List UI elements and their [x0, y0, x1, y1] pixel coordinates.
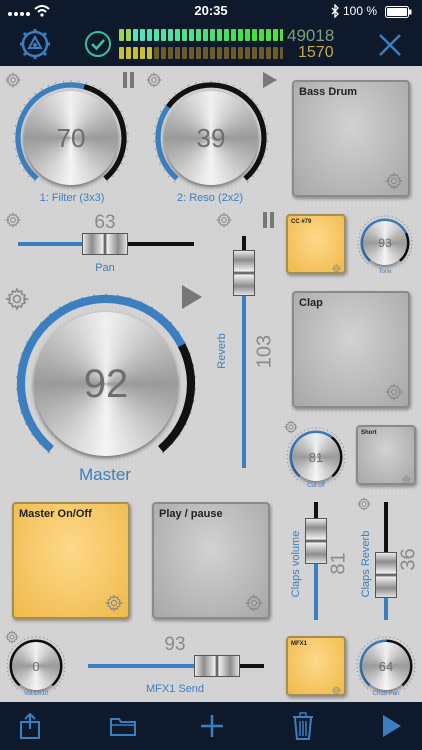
- claps-volume-slider-label: Claps volume: [290, 530, 302, 598]
- claps-reverb-slider-value: 36: [397, 548, 420, 571]
- pan-ch10-knob[interactable]: 64: [362, 642, 410, 690]
- reverb-slider-handle[interactable]: [233, 250, 255, 296]
- gear-icon[interactable]: [331, 682, 342, 695]
- level-meter: [119, 29, 285, 61]
- bottom-toolbar: [0, 702, 422, 750]
- pan-ch10-knob-label: Ch10 Pan: [372, 691, 400, 697]
- master-knob[interactable]: 92: [34, 312, 178, 456]
- counter-bottom: 1570: [298, 44, 334, 61]
- check-circle-icon[interactable]: [84, 30, 112, 58]
- filter-knob-label: 1: Filter (3x3): [39, 192, 105, 204]
- pad-title: MFX1: [291, 641, 308, 647]
- tone-knob-value: 93: [378, 236, 392, 250]
- bass-drum-pad[interactable]: Bass Drum: [292, 80, 410, 197]
- claps-volume-slider-value: 81: [327, 552, 350, 575]
- gear-icon[interactable]: [215, 212, 233, 228]
- pause-icon[interactable]: [262, 212, 276, 228]
- folder-icon[interactable]: [110, 716, 136, 736]
- claps-volume-slider-handle[interactable]: [305, 518, 327, 564]
- battery-percent: 100 %: [343, 4, 378, 18]
- tone-knob-label: Tone: [378, 269, 392, 275]
- battery-icon: [385, 6, 413, 18]
- mfx1-send-slider-label: MFX1 Send: [145, 683, 205, 695]
- master-onoff-pad[interactable]: Master On/Off: [12, 502, 130, 619]
- tone-knob[interactable]: 93: [363, 221, 407, 265]
- bluetooth-icon: [330, 3, 340, 19]
- mfx1-send-slider-handle[interactable]: [194, 655, 240, 677]
- counter-top: 49018: [287, 26, 335, 45]
- vol-knob-label: Vol.Ch10: [23, 691, 49, 697]
- gear-icon[interactable]: [356, 497, 372, 511]
- top-bar: 49018 1570: [0, 22, 422, 66]
- reverb-slider-label: Reverb: [216, 333, 228, 369]
- close-icon[interactable]: [378, 33, 402, 57]
- pan-slider-value: 63: [94, 212, 116, 233]
- pan-ch10-knob-value: 64: [378, 658, 394, 674]
- trash-icon[interactable]: [292, 712, 314, 740]
- pad-title: Play / pause: [159, 508, 223, 520]
- clap-pad[interactable]: Clap: [292, 291, 410, 408]
- vol-knob[interactable]: 0: [12, 642, 60, 690]
- master-knob-label: Master: [79, 465, 131, 484]
- reso-knob-label: 2: Reso (2x2): [176, 192, 244, 204]
- pad-title: Short: [361, 430, 377, 436]
- status-bar: 20:35 100 %: [0, 0, 422, 22]
- cutoff-knob[interactable]: 81: [292, 433, 340, 481]
- reverb-slider-value: 103: [253, 334, 276, 369]
- gear-icon[interactable]: [401, 471, 412, 484]
- gear-icon[interactable]: [384, 383, 404, 401]
- reso-knob-value: 39: [196, 122, 226, 153]
- filter-knob[interactable]: 70: [24, 91, 118, 185]
- pad-title: Master On/Off: [19, 508, 92, 520]
- gear-icon[interactable]: [244, 594, 264, 612]
- gear-icon[interactable]: [104, 594, 124, 612]
- pan-slider-label: Pan: [95, 262, 115, 274]
- mfx1-pad[interactable]: MFX1: [286, 636, 346, 696]
- share-icon[interactable]: [18, 712, 42, 739]
- pan-slider-handle[interactable]: [82, 233, 128, 255]
- cutoff-knob-value: 81: [308, 449, 324, 465]
- gear-icon[interactable]: [4, 212, 22, 228]
- gear-icon[interactable]: [384, 172, 404, 190]
- pad-title: Clap: [299, 297, 323, 309]
- reverb-track-fill: [242, 296, 246, 468]
- vol-knob-value: 0: [32, 658, 40, 674]
- settings-wheel-icon[interactable]: [19, 28, 51, 60]
- cutoff-knob-label: Cut off: [307, 483, 325, 489]
- cc79-pad[interactable]: CC #79: [286, 214, 346, 274]
- mfx1-send-slider-value: 93: [164, 634, 186, 655]
- claps-reverb-slider-label: Claps Reverb: [360, 530, 372, 598]
- pad-title: CC #79: [291, 219, 312, 225]
- plus-icon[interactable]: [200, 714, 224, 738]
- gear-icon[interactable]: [331, 260, 342, 273]
- pad-title: Bass Drum: [299, 86, 358, 98]
- claps-reverb-slider-handle[interactable]: [375, 552, 397, 598]
- play-pause-pad[interactable]: Play / pause: [152, 502, 270, 619]
- master-knob-value: 92: [83, 361, 129, 406]
- reso-knob[interactable]: 39: [164, 91, 258, 185]
- short-pad[interactable]: Short: [356, 425, 416, 485]
- filter-knob-value: 70: [56, 122, 86, 153]
- play-icon[interactable]: [382, 714, 402, 738]
